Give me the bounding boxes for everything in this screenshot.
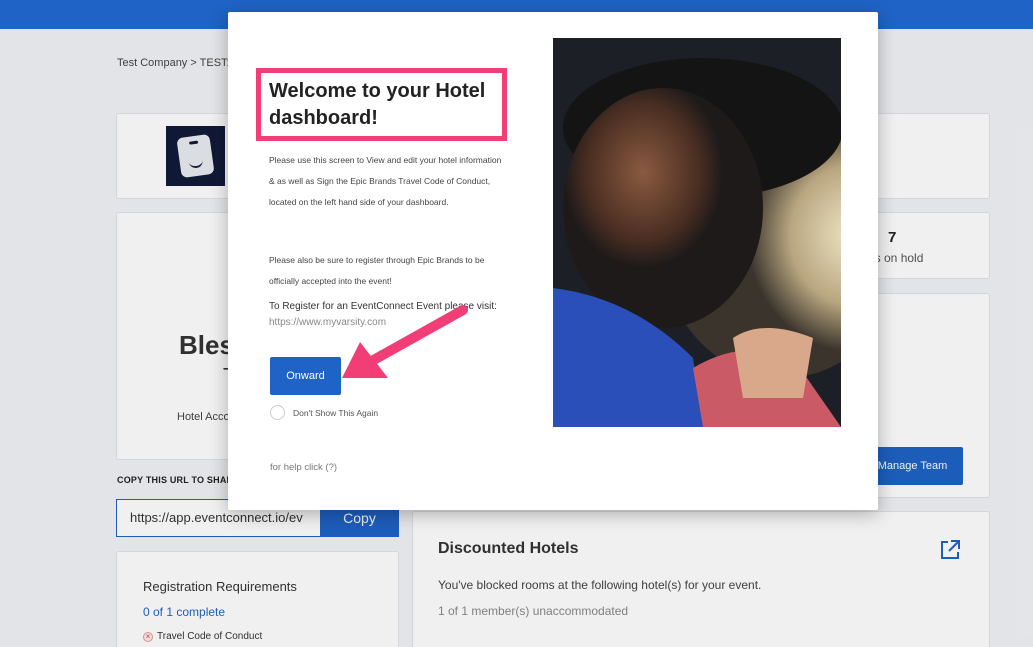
modal-title: Welcome to your Hotel dashboard!: [269, 80, 486, 129]
modal-paragraph-2: Please also be sure to register through …: [269, 255, 485, 286]
pointer-arrow-icon: [342, 305, 468, 378]
dont-show-again-radio[interactable]: [270, 405, 285, 420]
welcome-photo: [553, 38, 841, 427]
help-link[interactable]: for help click (?): [270, 462, 337, 473]
dont-show-again-label[interactable]: Don't Show This Again: [293, 408, 378, 418]
modal-paragraph-1: Please use this screen to View and edit …: [269, 155, 502, 207]
